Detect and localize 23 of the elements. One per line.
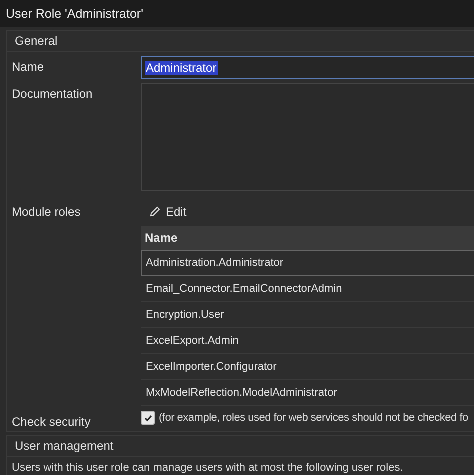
checkbox-hint: (for example, roles used for web services should not be checked fo: [159, 412, 468, 424]
table-cell[interactable]: Email_Connector.EmailConnectorAdmin: [141, 276, 474, 302]
edit-button[interactable]: Edit: [141, 201, 195, 223]
column-header[interactable]: Name: [141, 226, 474, 250]
table-cell[interactable]: ExcelExport.Admin: [141, 328, 474, 354]
check-icon: [144, 414, 152, 422]
field-label: Module roles: [12, 204, 82, 219]
table-cell[interactable]: MxModelReflection.ModelAdministrator: [141, 380, 474, 406]
description: Users with this user role can manage users with at most the following user roles.: [11, 461, 404, 475]
field-value: Administrator: [145, 60, 218, 74]
section-title: User management: [14, 438, 114, 455]
table-cell[interactable]: ExcelImporter.Configurator: [141, 354, 474, 380]
field-label: Documentation: [12, 86, 94, 101]
field-label: Check security: [12, 414, 92, 429]
name-field[interactable]: Administrator: [141, 56, 474, 79]
table-cell[interactable]: Encryption.User: [141, 302, 474, 328]
checkbox[interactable]: [141, 411, 155, 425]
section-title: General: [14, 33, 58, 50]
documentation-field[interactable]: [141, 83, 474, 191]
field-label: Name: [12, 59, 46, 74]
window-title: User Role 'Administrator': [6, 6, 144, 20]
pencil-icon: [149, 206, 161, 218]
table-cell[interactable]: Administration.Administrator: [141, 250, 474, 276]
